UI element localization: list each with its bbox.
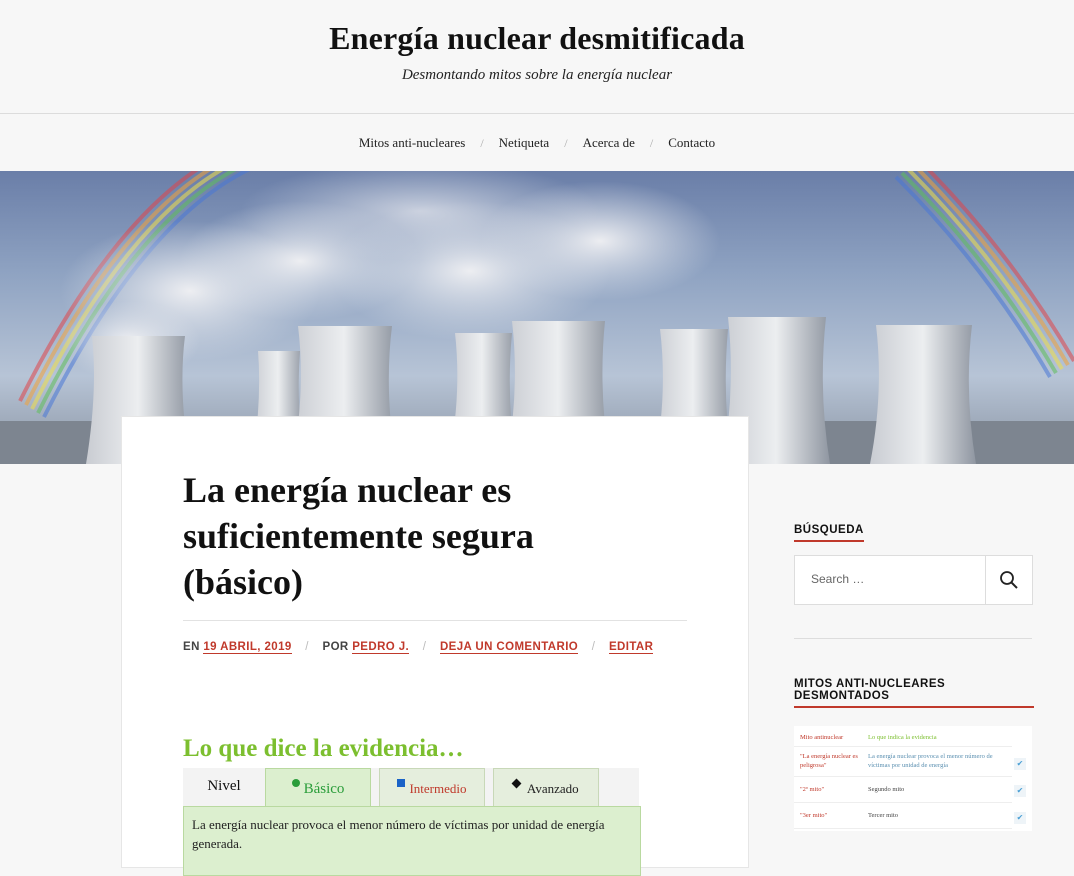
edit-link[interactable]: EDITAR bbox=[608, 641, 654, 654]
nav-item-acerca[interactable]: Acerca de bbox=[583, 135, 635, 150]
meta-on-label: EN bbox=[183, 641, 200, 653]
post-date-link[interactable]: 19 ABRIL, 2019 bbox=[203, 641, 292, 654]
black-diamond-icon bbox=[511, 778, 522, 789]
nav-separator: / bbox=[564, 136, 568, 150]
post-card: La energía nuclear es suficientemente se… bbox=[121, 416, 749, 876]
site-header: Energía nuclear desmitificada Desmontand… bbox=[0, 0, 1074, 114]
table-row: "3er mito" Tercer mito bbox=[794, 804, 1012, 829]
tab-basico[interactable]: Básico bbox=[265, 768, 371, 806]
green-circle-icon bbox=[291, 779, 300, 787]
tab-avanzado[interactable]: Avanzado bbox=[493, 768, 599, 806]
blue-square-icon bbox=[397, 779, 406, 787]
search-widget-title: BÚSQUEDA bbox=[794, 524, 864, 542]
site-title[interactable]: Energía nuclear desmitificada bbox=[0, 20, 1074, 57]
table-header: Mito antinuclear bbox=[800, 734, 844, 741]
table-cell[interactable]: "2º mito" bbox=[800, 786, 824, 793]
table-header: Lo que indica la evidencia bbox=[868, 734, 937, 741]
nav-separator: / bbox=[480, 136, 484, 150]
main-navigation: Mitos anti-nucleares / Netiqueta / Acerca de… bbox=[0, 114, 1074, 171]
twitter-icon[interactable]: ✔ bbox=[1014, 758, 1026, 770]
table-cell[interactable]: "3er mito" bbox=[800, 812, 827, 819]
divider bbox=[794, 638, 1032, 639]
search-input[interactable] bbox=[795, 556, 987, 602]
post-title[interactable]: La energía nuclear es suficientemente se… bbox=[183, 467, 603, 605]
table-cell: La energía nuclear provoca el menor núme… bbox=[868, 753, 993, 769]
table-row: "La energía nuclear es peligrosa" La ene… bbox=[794, 748, 1012, 777]
nav-item-netiqueta[interactable]: Netiqueta bbox=[499, 135, 550, 150]
myths-widget-title: MITOS ANTI-NUCLEARES DESMONTADOS bbox=[794, 678, 1034, 708]
search-icon bbox=[1000, 571, 1018, 589]
twitter-icon[interactable]: ✔ bbox=[1014, 785, 1026, 797]
tab-basico-label: Básico bbox=[303, 781, 345, 797]
table-row: "2º mito" Segundo mito bbox=[794, 778, 1012, 803]
meta-separator: / bbox=[305, 641, 309, 653]
table-cell: Tercer mito bbox=[868, 812, 899, 819]
leave-comment-link[interactable]: DEJA UN COMENTARIO bbox=[439, 641, 579, 654]
level-label: Nivel bbox=[207, 778, 241, 794]
evidence-text-box: La energía nuclear provoca el menor núme… bbox=[183, 806, 641, 876]
myths-table: Mito antinuclear Lo que indica la eviden… bbox=[794, 726, 1032, 831]
evidence-heading: Lo que dice la evidencia… bbox=[183, 735, 464, 762]
level-tabs: Nivel Básico Intermedio Avanzado bbox=[183, 768, 639, 807]
nav-item-mitos[interactable]: Mitos anti-nucleares bbox=[359, 135, 466, 150]
tab-intermedio-label: Intermedio bbox=[409, 781, 467, 796]
site-description: Desmontando mitos sobre la energía nucle… bbox=[401, 67, 673, 83]
nav-item-contacto[interactable]: Contacto bbox=[668, 135, 715, 150]
search-button[interactable] bbox=[985, 556, 1032, 604]
table-cell[interactable]: "La energía nuclear es peligrosa" bbox=[800, 752, 864, 770]
search-form bbox=[794, 555, 1033, 605]
nav-separator: / bbox=[649, 136, 654, 150]
post-author-link[interactable]: PEDRO J. bbox=[352, 641, 410, 654]
post-meta: EN 19 ABRIL, 2019 / POR PEDRO J. / DEJA … bbox=[183, 641, 703, 654]
table-header-row: Mito antinuclear Lo que indica la eviden… bbox=[794, 726, 1012, 747]
meta-separator: / bbox=[591, 641, 596, 653]
tab-avanzado-label: Avanzado bbox=[526, 781, 579, 796]
divider bbox=[183, 620, 687, 621]
meta-by-label: POR bbox=[322, 641, 349, 653]
tab-intermedio[interactable]: Intermedio bbox=[379, 768, 485, 806]
meta-separator: / bbox=[422, 641, 427, 653]
twitter-icon[interactable]: ✔ bbox=[1014, 812, 1026, 824]
table-cell: Segundo mito bbox=[868, 786, 905, 793]
